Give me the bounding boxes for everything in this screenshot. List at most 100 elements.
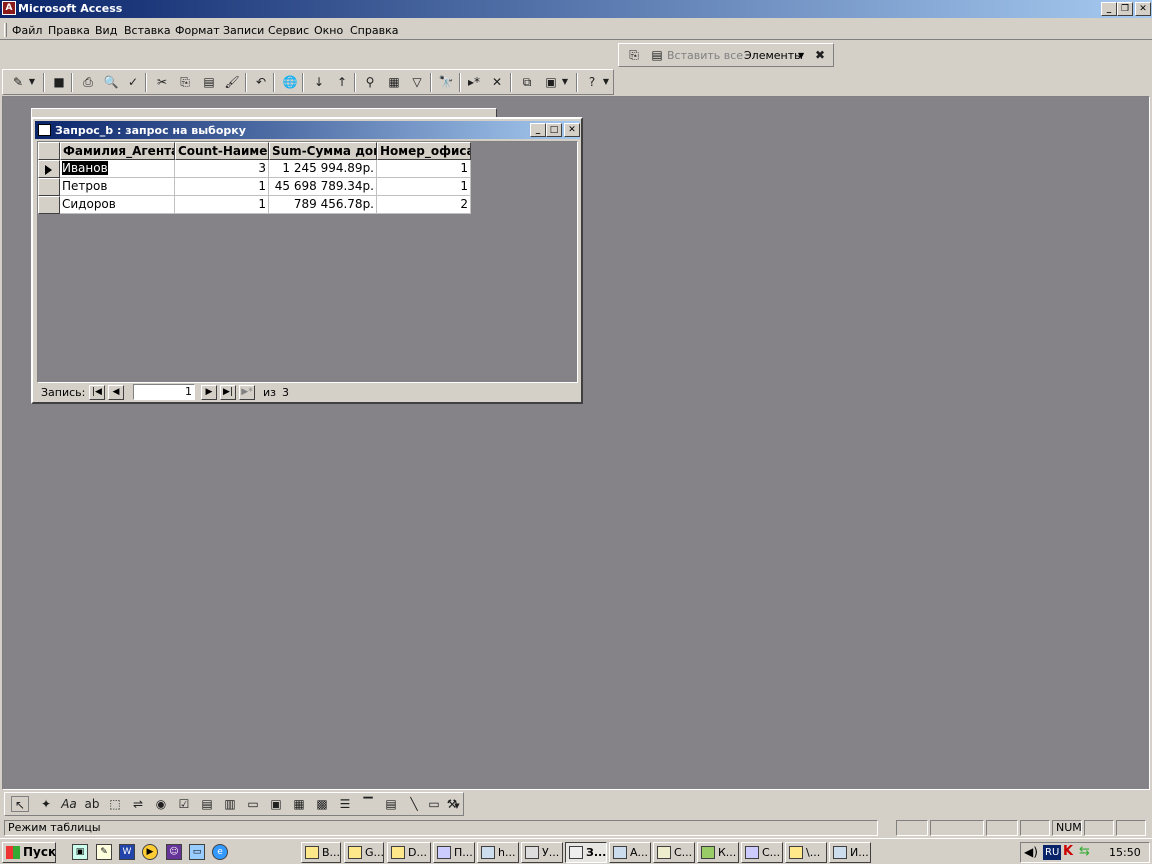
menu-view[interactable]: Вид xyxy=(95,24,117,37)
copy-icon[interactable]: ⎘ xyxy=(176,74,194,90)
query-maximize-button[interactable]: □ xyxy=(546,123,562,137)
menu-tools[interactable]: Сервис xyxy=(268,24,309,37)
select-objects-icon[interactable]: ↖ xyxy=(11,796,29,812)
volume-icon[interactable]: ◀) xyxy=(1024,845,1038,859)
select-all-box[interactable] xyxy=(38,142,60,160)
table-cell[interactable]: 789 456.78р. xyxy=(269,196,377,214)
subform-icon[interactable]: ▤ xyxy=(382,796,400,812)
minimize-button[interactable]: _ xyxy=(1101,2,1117,16)
table-cell[interactable]: 1 xyxy=(175,196,269,214)
table-cell[interactable]: Сидоров xyxy=(60,196,175,214)
undo-icon[interactable]: ↶ xyxy=(252,74,270,90)
taskbar-button[interactable]: D... xyxy=(387,842,431,863)
option-group-icon[interactable]: ⬚ xyxy=(106,796,124,812)
table-cell[interactable]: 2 xyxy=(377,196,471,214)
previous-record-button[interactable]: ◀ xyxy=(108,385,124,400)
textbox-tool-icon[interactable]: ab xyxy=(83,796,101,812)
taskbar-button-active[interactable]: З... xyxy=(565,842,607,863)
taskbar-button[interactable]: G... xyxy=(344,842,384,863)
help-icon[interactable]: ? xyxy=(583,74,601,90)
taskbar-button[interactable]: С... xyxy=(653,842,695,863)
language-indicator[interactable]: RU xyxy=(1043,845,1062,860)
show-desktop-icon[interactable]: ▣ xyxy=(72,844,88,860)
command-button-icon[interactable]: ▭ xyxy=(244,796,262,812)
paste-icon[interactable]: ▤ xyxy=(200,74,218,90)
menu-window[interactable]: Окно xyxy=(314,24,343,37)
taskbar-button[interactable]: h... xyxy=(477,842,519,863)
clock[interactable]: 15:50 xyxy=(1109,846,1141,859)
view-icon[interactable]: ✎ xyxy=(9,74,27,90)
print-icon[interactable]: ⎙ xyxy=(79,74,97,90)
elements-dropdown[interactable]: Элементы xyxy=(744,49,803,62)
quicklaunch-app-icon[interactable]: ☺ xyxy=(166,844,182,860)
menu-grip[interactable] xyxy=(4,23,7,37)
table-cell[interactable]: 1 245 994.89р. xyxy=(269,160,377,178)
delete-record-icon[interactable]: ✕ xyxy=(488,74,506,90)
save-icon[interactable]: ■ xyxy=(50,74,68,90)
database-window-icon[interactable]: ⧉ xyxy=(518,74,536,90)
filter-by-selection-icon[interactable]: ⚲ xyxy=(361,74,379,90)
restore-button[interactable]: ❐ xyxy=(1117,2,1133,16)
menu-file[interactable]: Файл xyxy=(12,24,42,37)
clear-clipboard-icon[interactable]: ✖ xyxy=(811,47,829,63)
new-record-nav-button[interactable]: ▶* xyxy=(239,385,255,400)
record-selector[interactable] xyxy=(38,178,60,196)
column-header[interactable]: Sum-Сумма дого xyxy=(269,142,377,160)
new-record-icon[interactable]: ▸* xyxy=(465,74,483,90)
sort-descending-icon[interactable]: ↑ xyxy=(333,74,351,90)
start-button[interactable]: Пуск xyxy=(2,842,56,863)
menu-insert[interactable]: Вставка xyxy=(124,24,171,37)
bound-frame-icon[interactable]: ▩ xyxy=(313,796,331,812)
menu-records[interactable]: Записи xyxy=(223,24,264,37)
cut-icon[interactable]: ✂ xyxy=(153,74,171,90)
table-cell[interactable]: 1 xyxy=(175,178,269,196)
first-record-button[interactable]: |◀ xyxy=(89,385,105,400)
close-button[interactable]: ✕ xyxy=(1135,2,1151,16)
table-cell[interactable]: Иванов xyxy=(60,160,175,178)
wizard-icon[interactable]: ✦ xyxy=(37,796,55,812)
toggle-button-icon[interactable]: ⇌ xyxy=(129,796,147,812)
chevron-down-icon[interactable]: ▼ xyxy=(798,51,804,60)
option-button-icon[interactable]: ◉ xyxy=(152,796,170,812)
chevron-down-icon[interactable]: ▼ xyxy=(453,798,461,814)
table-cell[interactable]: 1 xyxy=(377,160,471,178)
column-header[interactable]: Фамилия_Агента xyxy=(60,142,175,160)
chevron-down-icon[interactable]: ▼ xyxy=(560,74,570,90)
access-app-icon[interactable]: A xyxy=(2,1,16,15)
spelling-icon[interactable]: ✓ xyxy=(124,74,142,90)
quicklaunch-monitor-icon[interactable]: ▭ xyxy=(189,844,205,860)
list-box-icon[interactable]: ▥ xyxy=(221,796,239,812)
query-minimize-button[interactable]: _ xyxy=(530,123,546,137)
hyperlink-icon[interactable]: 🌐 xyxy=(281,74,299,90)
find-icon[interactable]: 🔭 xyxy=(437,74,455,90)
apply-filter-icon[interactable]: ▽ xyxy=(408,74,426,90)
record-selector[interactable] xyxy=(38,160,60,178)
media-player-icon[interactable]: ▶ xyxy=(142,844,158,860)
last-record-button[interactable]: ▶| xyxy=(220,385,236,400)
internet-explorer-icon[interactable]: e xyxy=(212,844,228,860)
print-preview-icon[interactable]: 🔍 xyxy=(102,74,120,90)
chevron-down-icon[interactable]: ▼ xyxy=(601,74,611,90)
query-window-title-bar[interactable]: Запрос_b : запрос на выборку _ □ ✕ xyxy=(35,121,580,139)
tab-control-icon[interactable]: ▔ xyxy=(359,796,377,812)
chevron-down-icon[interactable]: ▼ xyxy=(27,74,37,90)
taskbar-button[interactable]: С... xyxy=(741,842,783,863)
new-object-icon[interactable]: ▣ xyxy=(542,74,560,90)
line-tool-icon[interactable]: ╲ xyxy=(405,796,423,812)
taskbar-button[interactable]: У... xyxy=(521,842,563,863)
query-close-button[interactable]: ✕ xyxy=(564,123,580,137)
combo-box-icon[interactable]: ▤ xyxy=(198,796,216,812)
checkbox-tool-icon[interactable]: ☑ xyxy=(175,796,193,812)
paste-all-icon[interactable]: ▤ xyxy=(648,47,666,63)
taskbar-button[interactable]: А... xyxy=(609,842,651,863)
table-cell[interactable]: 3 xyxy=(175,160,269,178)
taskbar-button[interactable]: И... xyxy=(829,842,871,863)
format-painter-icon[interactable]: 🖌 xyxy=(223,74,241,90)
word-icon[interactable]: W xyxy=(119,844,135,860)
copy-icon[interactable]: ⎘ xyxy=(625,47,643,63)
sort-ascending-icon[interactable]: ↓ xyxy=(310,74,328,90)
menu-help[interactable]: Справка xyxy=(350,24,398,37)
unbound-frame-icon[interactable]: ▦ xyxy=(290,796,308,812)
column-header[interactable]: Count-Наимен xyxy=(175,142,269,160)
table-cell[interactable]: 45 698 789.34р. xyxy=(269,178,377,196)
